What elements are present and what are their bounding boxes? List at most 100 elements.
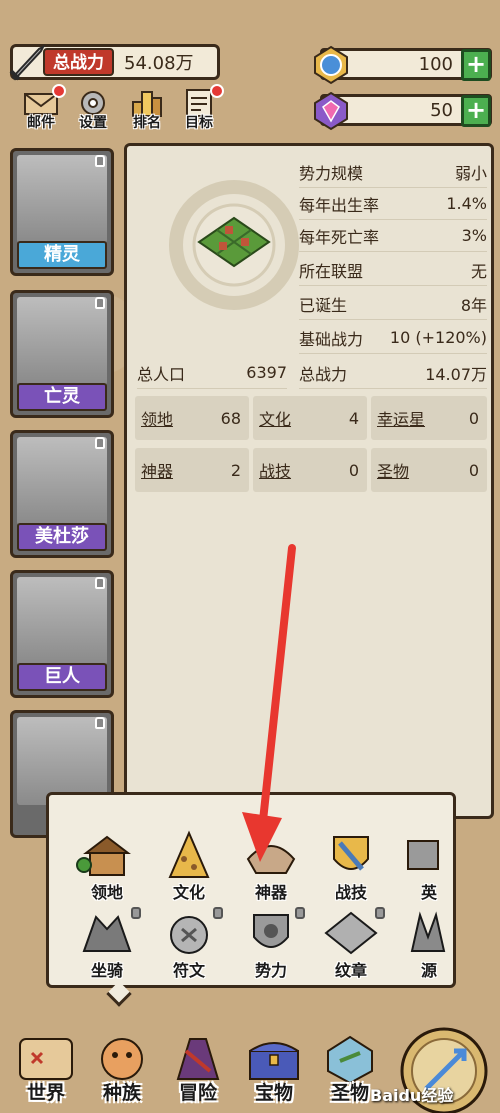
territory-emblem-icon: [169, 180, 299, 310]
culture-label: 文化: [259, 410, 292, 429]
stat-label: 每年出生率: [299, 195, 380, 215]
settings-button[interactable]: 设置: [70, 88, 116, 131]
add-crystal-button[interactable]: +: [461, 49, 491, 81]
lock-icon: [95, 437, 105, 449]
stat-age: 已诞生 8年: [299, 288, 487, 320]
mail-button[interactable]: 邮件: [18, 84, 66, 131]
snowflake-gem-icon: [314, 45, 348, 85]
menu-hero[interactable]: 英: [393, 829, 453, 909]
menu-crest[interactable]: 纹章: [315, 907, 387, 985]
lock-icon: [95, 577, 105, 589]
menu-label: 文化: [172, 883, 205, 902]
lucky-star-cell[interactable]: 幸运星 0: [371, 396, 487, 440]
character-name: 巨人: [17, 663, 107, 691]
baidu-watermark: Baidu经验: [370, 1086, 454, 1105]
culture-value: 4: [348, 408, 359, 428]
resource-crystal-value: 100: [418, 53, 453, 75]
nav-treasure[interactable]: 宝物: [236, 1031, 312, 1107]
stat-value: 1.4%: [446, 194, 487, 213]
character-card-elf[interactable]: 精灵: [10, 148, 114, 276]
stat-value: 8年: [460, 295, 487, 315]
menu-culture[interactable]: 文化: [153, 829, 225, 909]
medusa-portrait: [17, 437, 107, 525]
stat-label: 每年死亡率: [299, 227, 380, 247]
menu-mount[interactable]: 坐骑: [71, 907, 143, 985]
character-name: 精灵: [17, 241, 107, 269]
menu-label: 源: [420, 961, 437, 980]
stat-value: 10 (+120%): [389, 328, 487, 347]
goal-button[interactable]: 目标: [176, 84, 224, 131]
artifact-cell[interactable]: 神器 2: [135, 448, 249, 492]
stat-value: 3%: [461, 226, 487, 245]
culture-icon: [168, 830, 210, 878]
menu-source[interactable]: 源: [393, 907, 453, 985]
stat-faction-size: 势力规模 弱小: [299, 156, 487, 188]
territory-cell[interactable]: 领地 68: [135, 396, 249, 440]
stat-value: 14.07万: [425, 364, 487, 384]
stat-value: 无: [470, 261, 487, 281]
stat-label: 总战力: [299, 364, 348, 384]
lock-icon: [95, 155, 105, 167]
population-label: 总人口: [137, 364, 186, 384]
nav-world[interactable]: 世界: [8, 1031, 84, 1107]
total-power-bar: 总战力 54.08万: [9, 44, 220, 81]
nav-label: 冒险: [178, 1082, 217, 1104]
nav-label: 宝物: [254, 1082, 293, 1104]
territory-label: 领地: [141, 410, 174, 429]
lucky-star-value: 0: [468, 408, 479, 428]
stat-alliance: 所在联盟 无: [299, 254, 487, 286]
nav-label: 种族: [102, 1082, 141, 1104]
race-info-panel: 势力规模 弱小 每年出生率 1.4% 每年死亡率 3% 所在联盟 无 已诞生 8…: [124, 143, 494, 819]
relic-cell[interactable]: 圣物 0: [371, 448, 487, 492]
lock-icon: [95, 717, 105, 729]
menu-faction[interactable]: 势力: [235, 907, 307, 985]
menu-battle-skill[interactable]: 战技: [315, 829, 387, 909]
character-card-giant[interactable]: 巨人: [10, 570, 114, 698]
stat-label: 基础战力: [299, 329, 364, 349]
character-card-undead[interactable]: 亡灵: [10, 290, 114, 418]
character-name: 亡灵: [17, 383, 107, 411]
menu-label: 纹章: [334, 961, 367, 980]
stat-birth-rate: 每年出生率 1.4%: [299, 188, 487, 220]
character-card-medusa[interactable]: 美杜莎: [10, 430, 114, 558]
artifact-value: 2: [230, 460, 241, 480]
stat-label: 已诞生: [299, 295, 348, 315]
pink-gem-icon: [314, 91, 348, 131]
menu-label: 坐骑: [90, 961, 123, 980]
menu-label: 符文: [172, 961, 205, 980]
battle-skill-icon: [333, 836, 369, 871]
artifact-label: 神器: [141, 462, 174, 481]
menu-territory[interactable]: 领地: [71, 829, 143, 909]
resource-bar-crystal: 100 +: [314, 45, 492, 85]
add-gem-button[interactable]: +: [461, 95, 491, 127]
battle-skill-value: 0: [348, 460, 359, 480]
menu-artifact[interactable]: 神器: [235, 829, 307, 909]
total-power-value: 54.08万: [124, 53, 194, 74]
total-population: 总人口 6397: [137, 357, 287, 389]
culture-cell[interactable]: 文化 4: [253, 396, 367, 440]
menu-label: 领地: [90, 883, 123, 902]
stat-total-power: 总战力 14.07万: [299, 357, 487, 389]
mount-icon: [82, 915, 132, 952]
ranking-label: 排名: [133, 115, 161, 131]
battle-skill-cell[interactable]: 战技 0: [253, 448, 367, 492]
stat-base-power: 基础战力 10 (+120%): [299, 322, 487, 354]
goal-label: 目标: [185, 115, 213, 131]
nav-adventure[interactable]: 冒险: [160, 1031, 236, 1107]
ranking-button[interactable]: 排名: [124, 88, 170, 131]
rune-icon: [170, 916, 208, 954]
population-value: 6397: [246, 363, 287, 382]
giant-portrait: [17, 577, 107, 665]
resource-bar-gem: 50 +: [314, 91, 492, 131]
elf-portrait: [17, 155, 107, 243]
nav-race[interactable]: 种族: [84, 1031, 160, 1107]
lock-icon: [375, 907, 385, 919]
menu-rune[interactable]: 符文: [153, 907, 225, 985]
mail-label: 邮件: [27, 115, 55, 131]
stat-label: 势力规模: [299, 163, 364, 183]
hero-icon: [407, 840, 439, 870]
crest-icon: [324, 911, 378, 955]
goal-badge: [210, 84, 224, 98]
stat-label: 所在联盟: [299, 261, 364, 281]
character-name: 美杜莎: [17, 523, 107, 551]
